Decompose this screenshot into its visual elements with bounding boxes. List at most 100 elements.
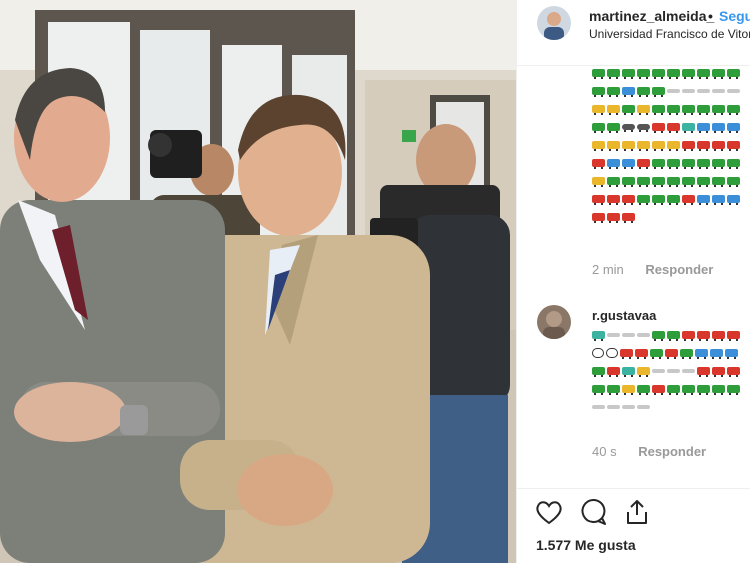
red-vehicle-emoji-icon bbox=[727, 331, 740, 341]
post-photo bbox=[0, 0, 516, 563]
red-vehicle-emoji-icon bbox=[682, 331, 695, 341]
emoji-row bbox=[592, 208, 750, 226]
red-vehicle-emoji-icon bbox=[607, 213, 620, 223]
green-vehicle-emoji-icon bbox=[682, 159, 695, 169]
green-vehicle-emoji-icon bbox=[697, 385, 710, 395]
green-vehicle-emoji-icon bbox=[727, 385, 740, 395]
green-vehicle-emoji-icon bbox=[667, 105, 680, 115]
green-vehicle-emoji-icon bbox=[607, 69, 620, 79]
teal-vehicle-emoji-icon bbox=[622, 367, 635, 377]
red-vehicle-emoji-icon bbox=[592, 213, 605, 223]
red-vehicle-emoji-icon bbox=[637, 159, 650, 169]
green-vehicle-emoji-icon bbox=[652, 87, 665, 97]
green-vehicle-emoji-icon bbox=[607, 123, 620, 133]
airplane-emoji-icon bbox=[712, 89, 725, 93]
reply-button[interactable]: Responder bbox=[638, 444, 706, 459]
post-header: martinez_almeida_ • Seguir Universidad F… bbox=[517, 0, 750, 66]
green-vehicle-emoji-icon bbox=[697, 105, 710, 115]
green-vehicle-emoji-icon bbox=[727, 159, 740, 169]
green-vehicle-emoji-icon bbox=[637, 177, 650, 187]
emoji-row bbox=[592, 136, 750, 154]
yellow-vehicle-emoji-icon bbox=[622, 385, 635, 395]
red-vehicle-emoji-icon bbox=[682, 141, 695, 151]
green-vehicle-emoji-icon bbox=[650, 349, 663, 359]
motorcycle-emoji-icon bbox=[622, 124, 635, 132]
green-vehicle-emoji-icon bbox=[697, 69, 710, 79]
green-vehicle-emoji-icon bbox=[607, 385, 620, 395]
emoji-row bbox=[592, 326, 750, 344]
red-vehicle-emoji-icon bbox=[667, 123, 680, 133]
red-vehicle-emoji-icon bbox=[592, 195, 605, 205]
green-vehicle-emoji-icon bbox=[682, 385, 695, 395]
emoji-row bbox=[592, 362, 750, 380]
red-vehicle-emoji-icon bbox=[635, 349, 648, 359]
green-vehicle-emoji-icon bbox=[712, 69, 725, 79]
airplane-emoji-icon bbox=[622, 405, 635, 409]
green-vehicle-emoji-icon bbox=[682, 69, 695, 79]
blue-vehicle-emoji-icon bbox=[695, 349, 708, 359]
emoji-row bbox=[592, 190, 750, 208]
blue-vehicle-emoji-icon bbox=[607, 159, 620, 169]
red-vehicle-emoji-icon bbox=[665, 349, 678, 359]
reply-button[interactable]: Responder bbox=[645, 262, 713, 277]
blue-vehicle-emoji-icon bbox=[622, 87, 635, 97]
green-vehicle-emoji-icon bbox=[652, 105, 665, 115]
heart-icon[interactable] bbox=[534, 497, 564, 527]
yellow-vehicle-emoji-icon bbox=[592, 177, 605, 187]
red-vehicle-emoji-icon bbox=[620, 349, 633, 359]
commenter-avatar[interactable] bbox=[537, 305, 571, 339]
red-vehicle-emoji-icon bbox=[622, 195, 635, 205]
green-vehicle-emoji-icon bbox=[622, 105, 635, 115]
motorcycle-emoji-icon bbox=[637, 124, 650, 132]
user-avatar[interactable] bbox=[537, 6, 571, 40]
green-vehicle-emoji-icon bbox=[682, 177, 695, 187]
teal-vehicle-emoji-icon bbox=[682, 123, 695, 133]
comment-emoji-text bbox=[592, 64, 750, 226]
red-vehicle-emoji-icon bbox=[652, 385, 665, 395]
airplane-emoji-icon bbox=[637, 405, 650, 409]
post-location[interactable]: Universidad Francisco de Vitoria bbox=[589, 27, 750, 41]
yellow-vehicle-emoji-icon bbox=[592, 105, 605, 115]
green-vehicle-emoji-icon bbox=[667, 385, 680, 395]
red-vehicle-emoji-icon bbox=[727, 141, 740, 151]
blue-vehicle-emoji-icon bbox=[697, 123, 710, 133]
emoji-row bbox=[592, 154, 750, 172]
emoji-row bbox=[592, 118, 750, 136]
green-vehicle-emoji-icon bbox=[652, 331, 665, 341]
yellow-vehicle-emoji-icon bbox=[667, 141, 680, 151]
airplane-emoji-icon bbox=[592, 405, 605, 409]
green-vehicle-emoji-icon bbox=[652, 195, 665, 205]
post-actions-footer: 1.577 Me gusta bbox=[517, 488, 750, 563]
blue-vehicle-emoji-icon bbox=[622, 159, 635, 169]
green-vehicle-emoji-icon bbox=[667, 159, 680, 169]
separator-dot: • bbox=[708, 8, 713, 24]
airplane-emoji-icon bbox=[667, 89, 680, 93]
likes-count[interactable]: 1.577 Me gusta bbox=[536, 537, 636, 553]
emoji-row bbox=[592, 172, 750, 190]
post-side-panel: martinez_almeida_ • Seguir Universidad F… bbox=[516, 0, 750, 563]
commenter-username[interactable]: r.gustavaa bbox=[592, 308, 656, 323]
green-vehicle-emoji-icon bbox=[712, 159, 725, 169]
red-vehicle-emoji-icon bbox=[712, 367, 725, 377]
airplane-emoji-icon bbox=[682, 89, 695, 93]
yellow-vehicle-emoji-icon bbox=[622, 141, 635, 151]
follow-button[interactable]: Seguir bbox=[719, 8, 750, 24]
green-vehicle-emoji-icon bbox=[637, 195, 650, 205]
green-vehicle-emoji-icon bbox=[592, 385, 605, 395]
blue-vehicle-emoji-icon bbox=[727, 123, 740, 133]
post-username[interactable]: martinez_almeida_ bbox=[589, 8, 714, 24]
red-vehicle-emoji-icon bbox=[727, 367, 740, 377]
share-icon[interactable] bbox=[622, 497, 652, 527]
comment-icon[interactable] bbox=[578, 497, 608, 527]
airplane-emoji-icon bbox=[637, 333, 650, 337]
emoji-row bbox=[592, 82, 750, 100]
green-vehicle-emoji-icon bbox=[680, 349, 693, 359]
red-vehicle-emoji-icon bbox=[607, 367, 620, 377]
airplane-emoji-icon bbox=[697, 89, 710, 93]
green-vehicle-emoji-icon bbox=[622, 177, 635, 187]
green-vehicle-emoji-icon bbox=[607, 87, 620, 97]
green-vehicle-emoji-icon bbox=[697, 177, 710, 187]
green-vehicle-emoji-icon bbox=[592, 123, 605, 133]
airplane-emoji-icon bbox=[622, 333, 635, 337]
comment-emoji-text bbox=[592, 326, 750, 416]
